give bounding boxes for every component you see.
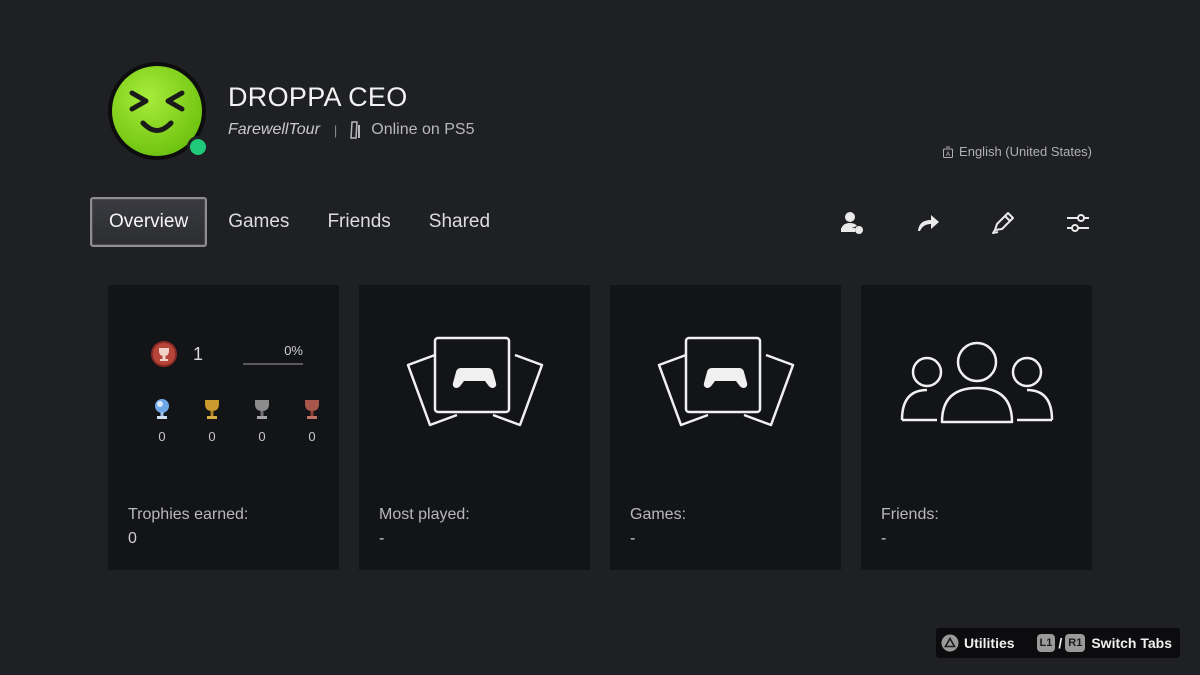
triangle-button-icon [941,634,959,652]
avatar[interactable] [106,60,209,162]
gold-count: 0 [208,429,216,444]
separator: | [333,122,338,138]
share-icon [918,215,939,231]
trophies-card[interactable]: 1 0% 0 0 0 0 Trophies earned: 0 [108,285,339,570]
share-button[interactable] [910,205,946,241]
hint-slash: / [1058,635,1063,651]
profile-tabs: Overview Games Friends Shared [90,197,511,247]
online-id: FarewellTour [228,121,320,138]
trophies-earned-label: Trophies earned: [128,506,249,523]
profile-screen: DROPPA CEO FarewellTour | Online on PS5 … [0,0,1200,675]
l1-button-icon: L1 [1036,634,1056,652]
game-cards-icon [406,336,543,427]
trophy-counts: 0 0 0 0 [137,397,337,444]
language-icon: A [943,146,954,158]
tab-overview[interactable]: Overview [90,197,208,247]
level-progress: 0% [243,343,303,365]
games-card[interactable]: Games: - [610,285,841,570]
edit-pencil-icon [992,212,1014,234]
platinum-count: 0 [158,429,166,444]
game-cards-icon [657,336,794,427]
silver-trophy-icon [255,400,269,419]
add-friend-button[interactable] [835,205,871,241]
online-status-dot [187,136,209,158]
level-progress-text: 0% [284,343,303,358]
friends-group-icon [900,341,1053,424]
controller-hints: Utilities L1 / R1 Switch Tabs [935,628,1180,658]
svg-text:A: A [946,151,951,158]
tab-friends[interactable]: Friends [310,197,407,247]
silver-count: 0 [258,429,266,444]
gold-trophies: 0 [187,397,237,444]
most-played-art [359,285,590,485]
tab-games[interactable]: Games [211,197,306,247]
friends-value: - [881,530,887,547]
trophies-earned-value: 0 [128,530,137,547]
games-label: Games: [630,506,687,523]
edit-button[interactable] [985,205,1021,241]
add-friend-icon [841,212,863,234]
bronze-count: 0 [308,429,316,444]
most-played-value: - [379,530,385,547]
utilities-hint[interactable]: Utilities [964,635,1015,651]
trophy-level-icon [151,341,177,367]
trophy-level: 1 [150,340,203,368]
profile-subline: FarewellTour | Online on PS5 [228,121,474,139]
games-value: - [630,530,636,547]
friends-label: Friends: [881,506,939,523]
level-progress-bar [243,363,303,365]
profile-name: DROPPA CEO [228,82,408,112]
switch-tabs-hint[interactable]: Switch Tabs [1091,635,1172,651]
language-indicator: A English (United States) [943,144,1092,159]
most-played-label: Most played: [379,506,470,523]
online-status: Online on PS5 [371,121,475,138]
most-played-card[interactable]: Most played: - [359,285,590,570]
language-label: English (United States) [959,144,1092,159]
friends-art [861,285,1092,485]
settings-sliders-icon [1067,214,1089,232]
platinum-trophy-icon [155,399,169,419]
profile-actions [796,205,1096,241]
silver-trophies: 0 [237,397,287,444]
trophy-level-value: 1 [193,343,204,364]
bronze-trophies: 0 [287,397,337,444]
tab-shared[interactable]: Shared [412,197,507,247]
r1-button-icon: R1 [1065,634,1086,652]
settings-button[interactable] [1060,205,1096,241]
bronze-trophy-icon [305,400,319,419]
platinum-trophies: 0 [137,397,187,444]
ps5-console-icon [349,121,363,139]
games-art [610,285,841,485]
friends-card[interactable]: Friends: - [861,285,1092,570]
gold-trophy-icon [205,400,219,419]
